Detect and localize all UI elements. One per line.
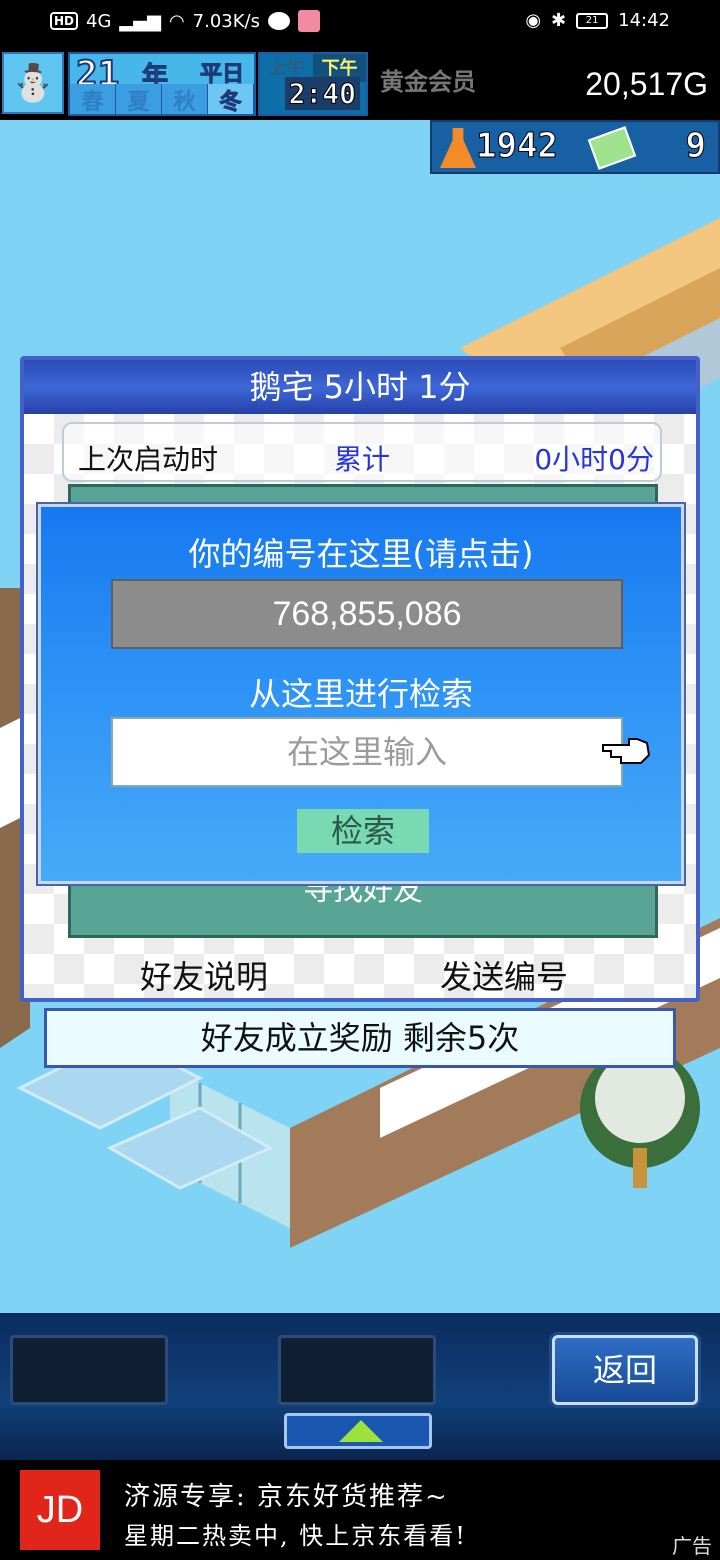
search-prompt: 从这里进行检索 — [248, 675, 473, 713]
up-arrow-icon — [339, 1420, 383, 1442]
total-value: 0小时0分 — [534, 443, 654, 476]
network-label: 4G — [86, 10, 112, 32]
ad-tag: 广告 — [672, 1534, 712, 1558]
eye-icon: ◉ — [525, 10, 542, 31]
pointing-hand-icon — [602, 738, 651, 764]
search-button[interactable]: 检索 — [297, 809, 429, 853]
id-prompt: 你的编号在这里(请点击) — [188, 535, 534, 573]
game-clock: 2:40 — [284, 77, 360, 111]
user-id-box[interactable]: 768,855,086 — [111, 579, 623, 649]
season-winter: 冬 — [208, 84, 254, 116]
season-summer: 夏 — [116, 84, 162, 115]
toolbar-slot-1[interactable] — [10, 1335, 168, 1405]
jd-logo: JD — [20, 1470, 100, 1550]
battery-level: 21 — [585, 14, 599, 26]
calendar-panel[interactable]: 21 年 平日 春 夏 秋 冬 — [68, 52, 256, 116]
ticket-icon — [587, 126, 637, 170]
season-autumn: 秋 — [162, 84, 208, 115]
ad-headline: 济源专享: 京东好货推荐~ — [124, 1482, 449, 1512]
message-icon — [268, 12, 290, 30]
search-dialog: 你的编号在这里(请点击) 768,855,086 从这里进行检索 在这里输入 检… — [38, 504, 684, 884]
tree-trunk — [633, 1148, 647, 1188]
back-button[interactable]: 返回 — [552, 1335, 698, 1405]
last-start-label: 上次启动时 — [78, 443, 219, 476]
clock: 14:42 — [618, 10, 670, 31]
network-speed: 7.03K/s — [192, 10, 260, 32]
send-id-button[interactable]: 发送编号 — [440, 952, 568, 998]
friend-info-button[interactable]: 好友说明 — [140, 952, 268, 998]
flask-icon — [440, 128, 476, 168]
battery-icon: 21 — [576, 12, 609, 29]
panel-title: 鹅宅 5小时 1分 — [24, 360, 696, 414]
season-spring: 春 — [70, 84, 116, 115]
wifi-icon: ◠ — [168, 10, 185, 32]
search-input[interactable]: 在这里输入 — [111, 717, 623, 787]
resource-bar: 1942 9 — [430, 120, 720, 174]
money-display: 20,517G — [585, 66, 708, 102]
time-panel: 上午 下午 2:40 — [258, 52, 368, 116]
bottom-toolbar: 返回 — [0, 1313, 720, 1460]
ad-subline: 星期二热卖中, 快上京东看看! — [124, 1522, 467, 1550]
ticket-count: 9 — [685, 126, 707, 167]
toolbar-slot-2[interactable] — [278, 1335, 436, 1405]
member-badge[interactable]: 黄金会员 — [380, 62, 476, 97]
expand-menu-button[interactable] — [284, 1413, 432, 1449]
season-indicator: 春 夏 秋 冬 — [70, 84, 254, 116]
research-points: 1942 — [476, 126, 559, 167]
friend-reward-bar: 好友成立奖励 剩余5次 — [44, 1008, 676, 1068]
app-notification-icon — [298, 10, 320, 32]
stats-row: 上次启动时 累计 0小时0分 — [62, 422, 662, 482]
snowman-icon[interactable]: ⛄ — [2, 52, 64, 114]
ad-banner[interactable]: JD 济源专享: 京东好货推荐~ 星期二热卖中, 快上京东看看! 广告 — [0, 1460, 720, 1560]
status-bar: HD 4G ▂▄▆ ◠ 7.03K/s ◉ ✱ 21 14:42 — [0, 0, 720, 48]
signal-icon: ▂▄▆ — [119, 10, 161, 32]
hd-icon: HD — [50, 12, 79, 30]
total-label: 累计 — [334, 443, 391, 476]
bluetooth-icon: ✱ — [551, 10, 567, 31]
panel-links: 好友说明 发送编号 — [24, 946, 696, 998]
top-hud: ⛄ 21 年 平日 春 夏 秋 冬 上午 下午 2:40 黄金会员 20,517… — [0, 48, 720, 120]
